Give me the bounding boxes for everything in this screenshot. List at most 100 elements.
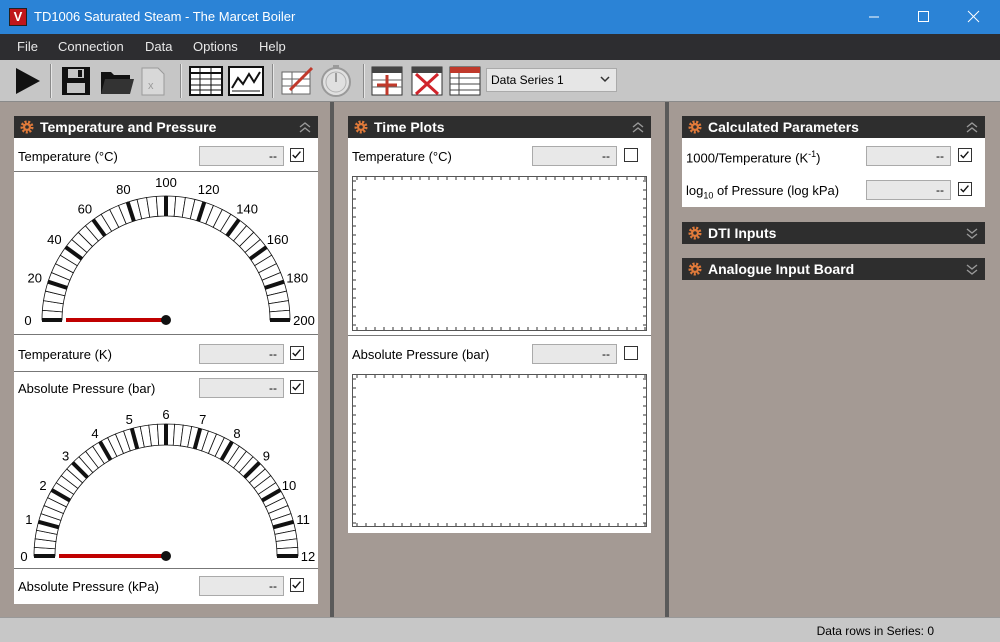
table-view-icon[interactable] <box>188 64 224 98</box>
pressure-gauge: Absolute Pressure (bar) -- 0 1 2 3 4 5 6 7 8 9 10 1… <box>14 371 318 569</box>
window-title: TD1006 Saturated Steam - The Marcet Boil… <box>34 9 296 24</box>
open-folder-icon[interactable] <box>98 64 136 98</box>
column-divider[interactable] <box>665 102 669 617</box>
plot-tick-marks <box>353 375 646 526</box>
edit-table-icon[interactable] <box>280 64 316 98</box>
plot-divider <box>348 335 651 336</box>
panel-title: Calculated Parameters <box>708 119 859 135</box>
log-pressure-value: -- <box>866 180 951 200</box>
delete-series-icon[interactable] <box>410 64 444 98</box>
absolute-pressure-kpa-checkbox[interactable] <box>290 578 304 592</box>
menu-help[interactable]: Help <box>259 39 286 54</box>
gauge-tick-label: 120 <box>198 182 220 197</box>
plot-tick-marks <box>353 177 646 330</box>
log-pressure-row: log10 of Pressure (log kPa) -- <box>682 178 985 202</box>
temperature-c-checkbox[interactable] <box>290 148 304 162</box>
gear-icon[interactable] <box>353 119 369 135</box>
plot-temperature-row: Temperature (°C) -- <box>348 144 651 168</box>
add-series-icon[interactable] <box>370 64 404 98</box>
gear-icon[interactable] <box>687 225 703 241</box>
chevron-down-icon <box>600 76 610 83</box>
save-icon[interactable] <box>58 64 94 98</box>
gauge-tick-label: 2 <box>39 478 46 493</box>
field-label: Temperature (°C) <box>18 149 118 164</box>
gauge-tick-label: 140 <box>236 201 258 216</box>
panel-header[interactable]: Calculated Parameters <box>682 116 985 138</box>
pressure-plot-area[interactable] <box>352 374 647 527</box>
pressure-gauge-dial: 012345 6 789101112 <box>20 407 315 564</box>
field-label: Absolute Pressure (kPa) <box>18 579 159 594</box>
close-icon <box>967 10 980 23</box>
timer-icon[interactable] <box>318 64 354 98</box>
gauge-tick-label: 10 <box>282 478 296 493</box>
panel-title: Time Plots <box>374 119 445 135</box>
gauge-tick-label: 200 <box>293 313 315 328</box>
absolute-pressure-kpa-row: Absolute Pressure (kPa) -- <box>14 574 318 598</box>
expand-chevron-icon[interactable] <box>965 226 979 240</box>
menu-file[interactable]: File <box>17 39 38 54</box>
column-divider[interactable] <box>330 102 334 617</box>
svg-text:x: x <box>148 80 154 92</box>
play-icon[interactable] <box>10 64 44 98</box>
collapse-chevron-icon[interactable] <box>965 120 979 134</box>
expand-chevron-icon[interactable] <box>965 262 979 276</box>
series-table-icon[interactable] <box>448 64 482 98</box>
plot-pressure-checkbox[interactable] <box>624 346 638 360</box>
absolute-pressure-kpa-value: -- <box>199 576 284 596</box>
minimize-button[interactable] <box>851 0 897 34</box>
inverse-temperature-checkbox[interactable] <box>958 148 972 162</box>
gauge-tick-label: 11 <box>296 512 310 527</box>
absolute-pressure-bar-row: Absolute Pressure (bar) -- <box>14 376 318 400</box>
temperature-pressure-panel: Temperature and Pressure Temperature (°C… <box>14 116 318 604</box>
title-bar: V TD1006 Saturated Steam - The Marcet Bo… <box>0 0 1000 34</box>
panel-title: Temperature and Pressure <box>40 119 217 135</box>
log-pressure-checkbox[interactable] <box>958 182 972 196</box>
gauge-tick-label: 12 <box>301 549 315 564</box>
gauge-hub <box>161 551 171 561</box>
gauge-tick-label: 80 <box>116 182 130 197</box>
dti-inputs-header[interactable]: DTI Inputs <box>682 222 985 244</box>
field-label: log10 of Pressure (log kPa) <box>686 183 839 201</box>
status-text: Data rows in Series: 0 <box>816 624 934 638</box>
collapse-chevron-icon[interactable] <box>298 120 312 134</box>
gear-icon[interactable] <box>687 261 703 277</box>
gauge-tick-label: 40 <box>47 232 61 247</box>
panel-header[interactable]: Time Plots <box>348 116 651 138</box>
temperature-gauge: 0 20 40 60 80 100 120 140 160 180 200 <box>14 171 318 335</box>
menu-connection[interactable]: Connection <box>58 39 124 54</box>
app-icon: V <box>9 8 27 26</box>
gauge-tick-label: 180 <box>286 270 308 285</box>
gauge-tick-label: 5 <box>126 412 133 427</box>
data-series-select[interactable]: Data Series 1 <box>486 68 617 92</box>
temperature-plot-area[interactable] <box>352 176 647 331</box>
toolbar-separator <box>50 64 52 98</box>
data-series-value: Data Series 1 <box>491 73 564 87</box>
panel-header[interactable]: Temperature and Pressure <box>14 116 318 138</box>
gauge-tick-label: 6 <box>162 407 169 422</box>
maximize-button[interactable] <box>900 0 946 34</box>
absolute-pressure-bar-checkbox[interactable] <box>290 380 304 394</box>
collapse-chevron-icon[interactable] <box>631 120 645 134</box>
toolbar-separator <box>363 64 365 98</box>
gear-icon[interactable] <box>687 119 703 135</box>
gear-icon[interactable] <box>19 119 35 135</box>
analogue-input-board-header[interactable]: Analogue Input Board <box>682 258 985 280</box>
temperature-k-checkbox[interactable] <box>290 346 304 360</box>
close-file-icon[interactable]: x <box>138 64 168 98</box>
menu-data[interactable]: Data <box>145 39 172 54</box>
temperature-c-value: -- <box>199 146 284 166</box>
graph-view-icon[interactable] <box>227 64 265 98</box>
label-main: 1000/Temperature (K <box>686 150 809 166</box>
plot-temperature-checkbox[interactable] <box>624 148 638 162</box>
field-label: 1000/Temperature (K-1) <box>686 149 820 165</box>
time-plots-panel: Time Plots Temperature (°C) -- Absolute … <box>348 116 651 533</box>
close-button[interactable] <box>950 0 996 34</box>
field-label: Absolute Pressure (bar) <box>352 347 490 362</box>
gauge-tick-label: 20 <box>28 270 42 285</box>
plot-pressure-value: -- <box>532 344 617 364</box>
inverse-temperature-row: 1000/Temperature (K-1) -- <box>682 144 985 168</box>
plot-temperature-value: -- <box>532 146 617 166</box>
gauge-tick-label: 9 <box>263 449 270 464</box>
label-main: log <box>686 183 704 198</box>
menu-options[interactable]: Options <box>193 39 238 54</box>
